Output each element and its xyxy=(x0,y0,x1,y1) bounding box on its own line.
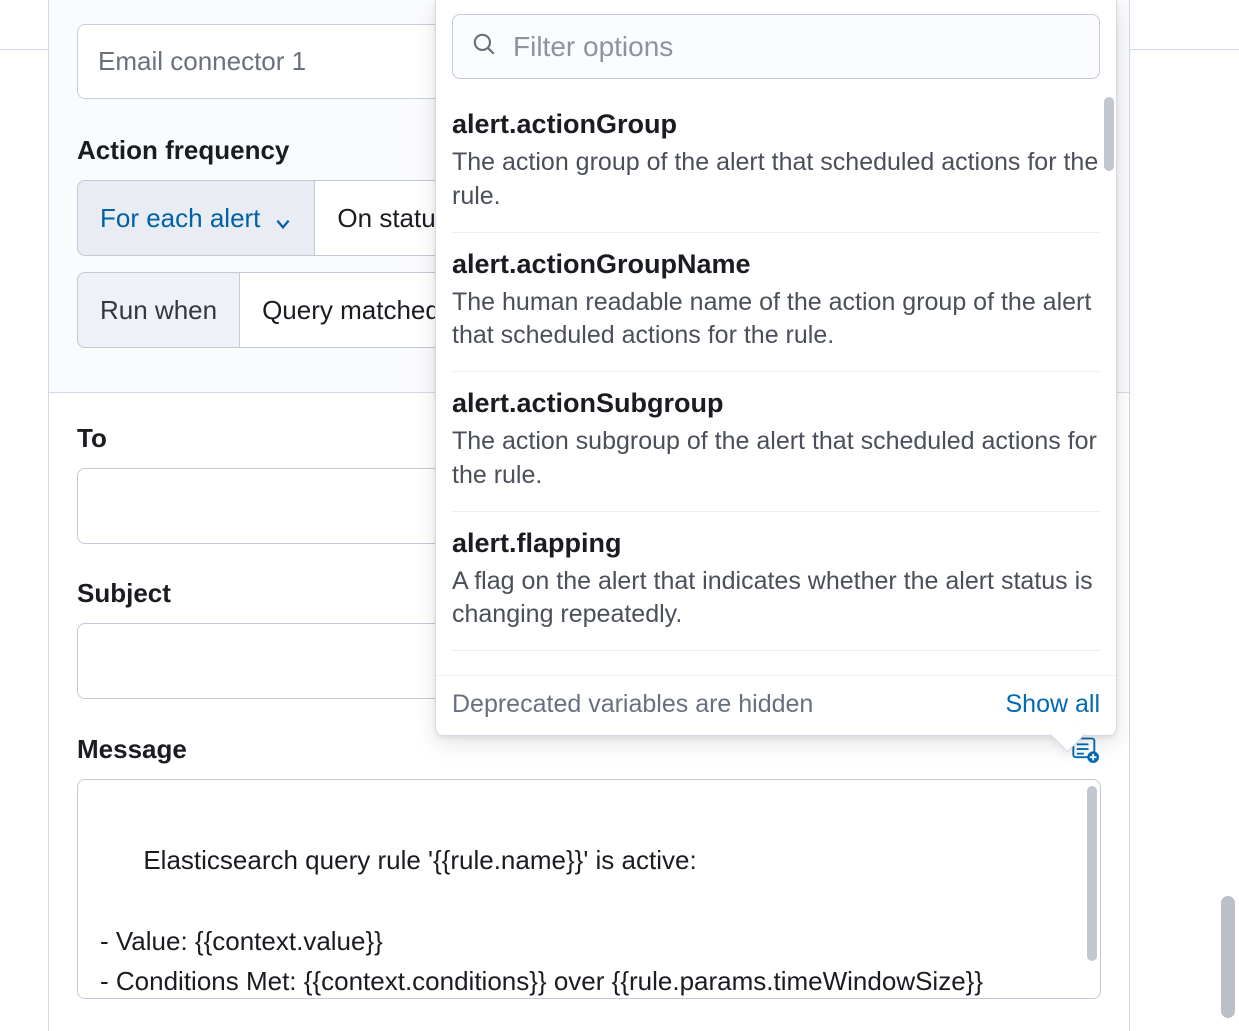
variable-popover-footer: Deprecated variables are hidden Show all xyxy=(436,675,1116,735)
search-icon xyxy=(471,31,497,62)
run-when-label: Run when xyxy=(77,272,240,348)
variable-option-desc: The human readable name of the action gr… xyxy=(452,286,1100,354)
variable-option-desc: A flag on the alert that indicates wheth… xyxy=(452,565,1100,633)
variable-option-name: alert.flapping xyxy=(452,528,1100,559)
variable-filter-placeholder: Filter options xyxy=(513,31,673,63)
variable-option[interactable]: alert.actionGroup The action group of th… xyxy=(452,93,1100,233)
run-when-label-text: Run when xyxy=(100,295,217,326)
variable-option-desc: The action subgroup of the alert that sc… xyxy=(452,425,1100,493)
variable-option[interactable]: alert.flapping A flag on the alert that … xyxy=(452,512,1100,652)
message-content: Elasticsearch query rule '{{rule.name}}'… xyxy=(100,845,983,996)
message-header-row: Message xyxy=(77,733,1101,765)
show-all-link[interactable]: Show all xyxy=(1006,690,1101,719)
variable-filter-input[interactable]: Filter options xyxy=(452,14,1100,79)
chevron-down-icon xyxy=(274,209,292,227)
message-label: Message xyxy=(77,734,187,765)
page-scrollbar[interactable] xyxy=(1221,896,1235,1018)
variable-option[interactable]: alert.actionGroupName The human readable… xyxy=(452,233,1100,373)
variable-filter-wrap: Filter options xyxy=(436,0,1116,93)
connector-select-value: Email connector 1 xyxy=(98,46,306,77)
message-textarea[interactable]: Elasticsearch query rule '{{rule.name}}'… xyxy=(77,779,1101,999)
variable-option-desc: The action group of the alert that sched… xyxy=(452,146,1100,214)
run-when-value: Query matched xyxy=(262,295,440,326)
frequency-mode-select[interactable]: For each alert xyxy=(77,180,315,256)
variable-popover: Filter options alert.actionGroup The act… xyxy=(435,0,1117,736)
variable-option[interactable]: alert.actionSubgroup The action subgroup… xyxy=(452,372,1100,512)
variable-option-name: alert.actionSubgroup xyxy=(452,388,1100,419)
frequency-mode-value: For each alert xyxy=(100,203,260,234)
variable-option-name: alert.actionGroupName xyxy=(452,249,1100,280)
deprecated-note: Deprecated variables are hidden xyxy=(452,690,813,719)
variable-list-scrollbar[interactable] xyxy=(1104,97,1114,171)
variable-option-name: alert.actionGroup xyxy=(452,109,1100,140)
variable-option-list[interactable]: alert.actionGroup The action group of th… xyxy=(436,93,1116,675)
message-scrollbar[interactable] xyxy=(1087,786,1097,961)
